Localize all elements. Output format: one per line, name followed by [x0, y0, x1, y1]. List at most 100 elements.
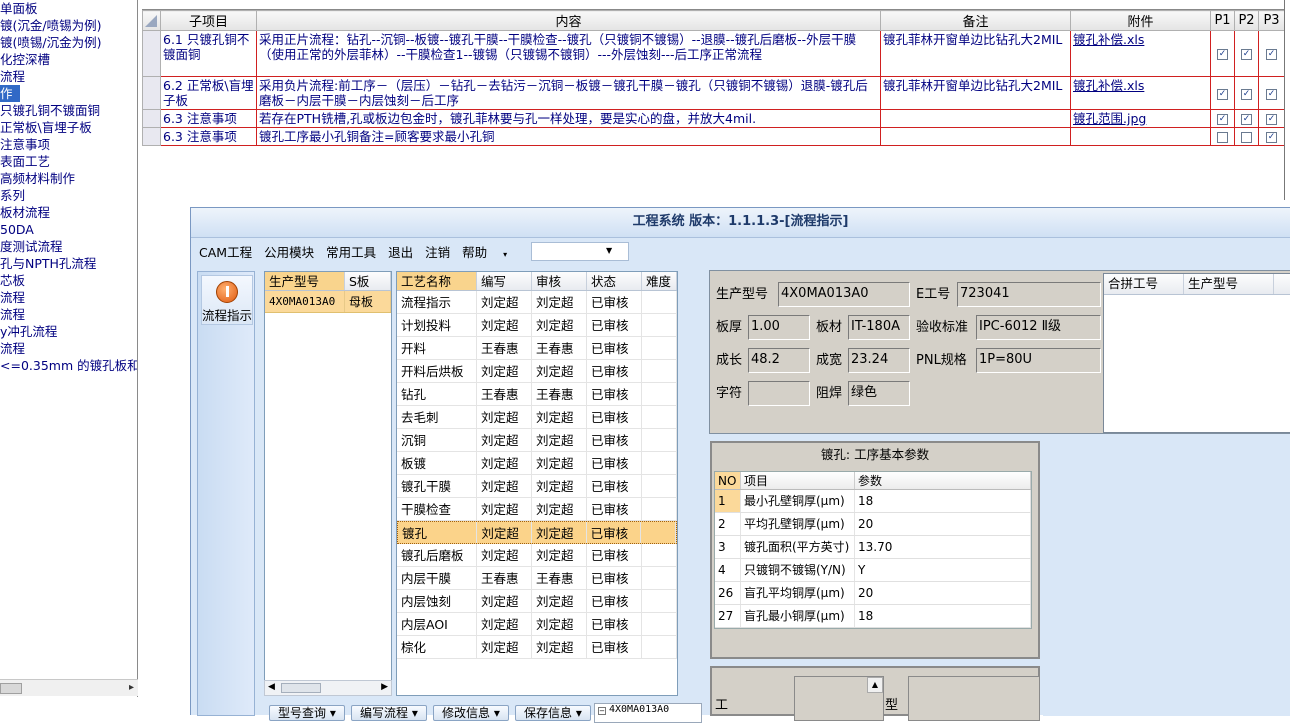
- param-row[interactable]: 1 最小孔壁铜厚(μm) 18: [715, 490, 1031, 513]
- sub-item-cell[interactable]: 6.3 注意事项: [160, 109, 257, 128]
- content-cell[interactable]: 若存在PTH铣槽,孔或板边包金时，镀孔菲林要与孔一样处理，要是实心的盘，并放大4…: [256, 109, 881, 128]
- tree-item[interactable]: 芯板: [0, 272, 137, 289]
- modify-info-button[interactable]: 修改信息 ▾: [433, 705, 509, 721]
- param-row[interactable]: 26 盲孔平均铜厚(μm) 20: [715, 582, 1031, 605]
- tree-item[interactable]: 镀(喷锡/沉金为例): [0, 34, 137, 51]
- param-row[interactable]: 4 只镀铜不镀锡(Y/N) Y: [715, 559, 1031, 582]
- col-header-p2[interactable]: P2: [1234, 10, 1259, 31]
- model-tree-node[interactable]: 4X0MA013A0: [609, 704, 669, 715]
- process-row[interactable]: 内层蚀刻 刘定超 刘定超 已审核: [397, 590, 677, 613]
- material-field[interactable]: IT-180A: [848, 315, 910, 340]
- col-header-combined-model[interactable]: 生产型号: [1184, 274, 1274, 294]
- col-header-remark[interactable]: 备注: [880, 10, 1071, 31]
- grid-row[interactable]: 6.3 注意事项 若存在PTH铣槽,孔或板边包金时，镀孔菲林要与孔一样处理，要是实…: [142, 109, 1285, 128]
- tree-item[interactable]: y冲孔流程: [0, 323, 137, 340]
- tree-item[interactable]: 表面工艺: [0, 153, 137, 170]
- param-row[interactable]: 3 镀孔面积(平方英寸) 13.70: [715, 536, 1031, 559]
- scroll-left-arrow-icon[interactable]: ◀: [268, 682, 275, 692]
- standard-field[interactable]: IPC-6012 Ⅱ级: [976, 315, 1101, 340]
- p3-checkbox[interactable]: ✓: [1266, 114, 1277, 125]
- param-row[interactable]: 2 平均孔壁铜厚(μm) 20: [715, 513, 1031, 536]
- p1-checkbox[interactable]: ✓: [1217, 49, 1228, 60]
- row-header[interactable]: [142, 30, 161, 77]
- process-row[interactable]: 板镀 刘定超 刘定超 已审核: [397, 452, 677, 475]
- length-field[interactable]: 48.2: [748, 348, 810, 373]
- model-tree[interactable]: − 4X0MA013A0: [594, 703, 702, 723]
- p2-checkbox[interactable]: [1241, 132, 1252, 143]
- col-header-process-name[interactable]: 工艺名称: [397, 272, 477, 290]
- tree-item[interactable]: 只镀孔铜不镀面铜: [0, 102, 137, 119]
- tree-item[interactable]: 作: [0, 85, 20, 102]
- p1-checkbox[interactable]: ✓: [1217, 88, 1228, 100]
- col-header-p3[interactable]: P3: [1258, 10, 1285, 31]
- thickness-field[interactable]: 1.00: [748, 315, 810, 340]
- content-cell[interactable]: 采用正片流程：钻孔--沉铜--板镀--镀孔干膜--干膜检查--镀孔（只镀铜不镀锡…: [256, 30, 881, 77]
- model-field[interactable]: 4X0MA013A0: [778, 282, 910, 307]
- attachment-link[interactable]: 镀孔范围.jpg: [1070, 109, 1211, 128]
- process-row[interactable]: 内层干膜 王春惠 王春惠 已审核: [397, 567, 677, 590]
- remark-cell[interactable]: [880, 109, 1071, 128]
- p3-checkbox[interactable]: ✓: [1266, 88, 1277, 100]
- grid-row[interactable]: 6.1 只镀孔铜不镀面铜 采用正片流程：钻孔--沉铜--板镀--镀孔干膜--干膜检…: [142, 30, 1285, 77]
- p2-checkbox[interactable]: ✓: [1241, 114, 1252, 125]
- tree-item[interactable]: 流程: [0, 340, 137, 357]
- eno-field[interactable]: 723041: [957, 282, 1101, 307]
- p3-checkbox[interactable]: ✓: [1266, 132, 1277, 143]
- tree-item[interactable]: 系列: [0, 187, 137, 204]
- col-header-p1[interactable]: P1: [1210, 10, 1235, 31]
- col-header-sboard[interactable]: S板: [345, 272, 391, 290]
- sub-item-cell[interactable]: 6.2 正常板\盲埋子板: [160, 76, 257, 110]
- row-header[interactable]: [142, 76, 161, 110]
- tree-item[interactable]: 流程: [0, 306, 137, 323]
- dropdown-arrow-icon[interactable]: ▼: [606, 246, 612, 255]
- process-row[interactable]: 开料 王春惠 王春惠 已审核: [397, 337, 677, 360]
- menu-common-module[interactable]: 公用模块: [264, 242, 314, 261]
- col-header-reviewer[interactable]: 审核: [532, 272, 587, 290]
- process-row[interactable]: 镀孔干膜 刘定超 刘定超 已审核: [397, 475, 677, 498]
- model-list-scrollbar[interactable]: ◀ ▶: [264, 680, 392, 696]
- row-header[interactable]: [142, 127, 161, 146]
- flow-instruction-button[interactable]: 流程指示: [201, 275, 253, 325]
- param-row[interactable]: 27 盲孔最小铜厚(μm) 18: [715, 605, 1031, 628]
- model-query-button[interactable]: 型号查询 ▾: [269, 705, 345, 721]
- attachment-link[interactable]: 镀孔补偿.xls: [1070, 30, 1211, 77]
- p3-checkbox[interactable]: ✓: [1266, 49, 1277, 60]
- attachment-link[interactable]: [1070, 127, 1211, 146]
- tree-item[interactable]: 正常板\盲埋子板: [0, 119, 137, 136]
- scroll-up-arrow-icon[interactable]: ▲: [867, 677, 883, 693]
- model-row[interactable]: 4X0MA013A0 母板: [265, 291, 391, 313]
- col-header-attach[interactable]: 附件: [1070, 10, 1211, 31]
- window-title[interactable]: 工程系统 版本：1.1.1.3-[流程指示]: [191, 208, 1290, 238]
- remark-cell[interactable]: 镀孔菲林开窗单边比钻孔大2MIL: [880, 30, 1071, 77]
- remark-cell[interactable]: 镀孔菲林开窗单边比钻孔大2MIL: [880, 76, 1071, 110]
- tree-item[interactable]: 化控深槽: [0, 51, 137, 68]
- col-header-param[interactable]: 参数: [855, 472, 1031, 489]
- process-row[interactable]: 钻孔 王春惠 王春惠 已审核: [397, 383, 677, 406]
- scrollbar-thumb[interactable]: [0, 683, 22, 694]
- process-row[interactable]: 开料后烘板 刘定超 刘定超 已审核: [397, 360, 677, 383]
- col-header-combined-no[interactable]: 合拼工号: [1104, 274, 1184, 294]
- col-header-no[interactable]: NO: [715, 472, 741, 489]
- category-tree[interactable]: 单面板 镀(沉金/喷锡为例) 镀(喷锡/沉金为例) 化控深槽 流程作只镀孔铜不镀面铜 正常…: [0, 0, 138, 697]
- remark-cell[interactable]: [880, 127, 1071, 146]
- col-header-model[interactable]: 生产型号: [265, 272, 345, 290]
- p1-checkbox[interactable]: [1217, 132, 1228, 143]
- process-row[interactable]: 镀孔 刘定超 刘定超 已审核: [397, 521, 677, 544]
- col-header-sub[interactable]: 子项目: [160, 10, 257, 31]
- process-row[interactable]: 干膜检查 刘定超 刘定超 已审核: [397, 498, 677, 521]
- tree-item[interactable]: 注意事项: [0, 136, 137, 153]
- tree-item[interactable]: 镀(沉金/喷锡为例): [0, 17, 137, 34]
- sub-item-cell[interactable]: 6.3 注意事项: [160, 127, 257, 146]
- tree-item[interactable]: 高频材料制作: [0, 170, 137, 187]
- p2-checkbox[interactable]: ✓: [1241, 49, 1252, 60]
- sub-item-cell[interactable]: 6.1 只镀孔铜不镀面铜: [160, 30, 257, 77]
- scroll-right-arrow-icon[interactable]: ▸: [129, 682, 134, 693]
- menu-help[interactable]: 帮助 ▾: [462, 242, 519, 261]
- menu-cam[interactable]: CAM工程: [199, 242, 252, 261]
- process-row[interactable]: 去毛刺 刘定超 刘定超 已审核: [397, 406, 677, 429]
- width-field[interactable]: 23.24: [848, 348, 910, 373]
- col-header-author[interactable]: 编写: [477, 272, 532, 290]
- process-row[interactable]: 棕化 刘定超 刘定超 已审核: [397, 636, 677, 659]
- attachment-link[interactable]: 镀孔补偿.xls: [1070, 76, 1211, 110]
- content-cell[interactable]: 采用负片流程:前工序－（层压）－钻孔－去钻污－沉铜－板镀－镀孔干膜－镀孔（只镀铜…: [256, 76, 881, 110]
